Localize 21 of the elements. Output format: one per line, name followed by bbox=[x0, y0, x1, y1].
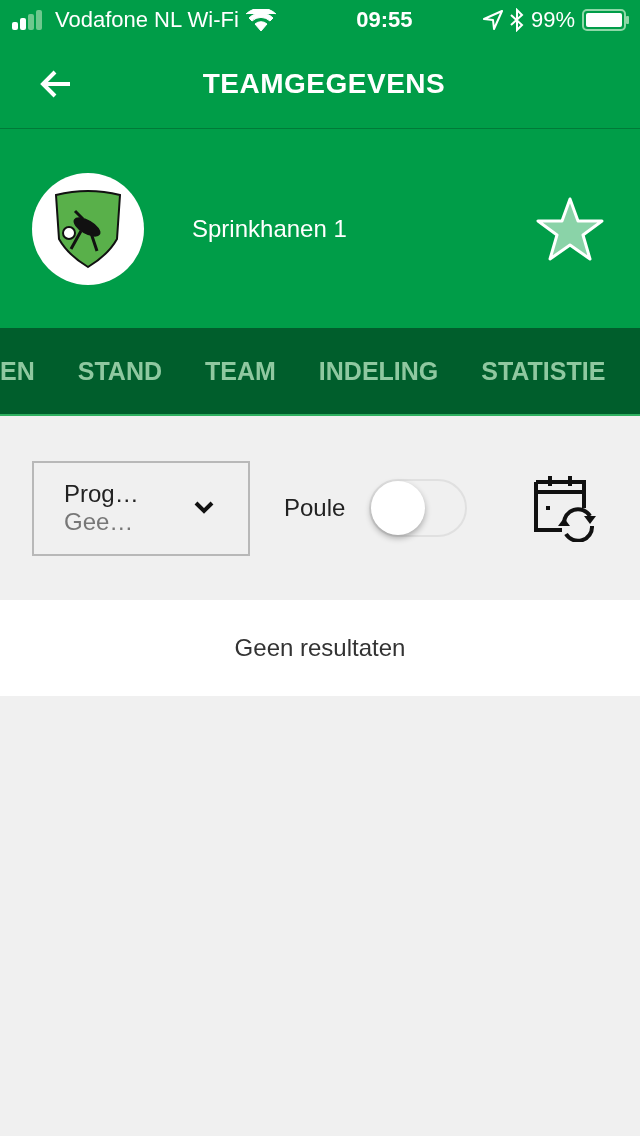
empty-results-message: Geen resultaten bbox=[234, 634, 406, 662]
team-name: Sprinkhanen 1 bbox=[192, 214, 348, 243]
carrier-name: Vodafone NL Wi-Fi bbox=[55, 7, 239, 33]
toggle-label: Poule bbox=[284, 494, 346, 522]
clock-time: 09:55 bbox=[356, 7, 413, 33]
tab[interactable]: INDELING bbox=[318, 356, 439, 386]
tab[interactable]: STATISTIE bbox=[481, 356, 606, 386]
favorite-star-icon[interactable] bbox=[536, 196, 604, 261]
chevron-down-icon bbox=[194, 501, 214, 515]
wifi-icon bbox=[245, 9, 276, 31]
poule-toggle[interactable] bbox=[369, 479, 468, 537]
program-dropdown[interactable]: Prog… Gee… bbox=[32, 460, 250, 556]
battery-percentage: 99% bbox=[530, 7, 575, 33]
battery-icon bbox=[582, 9, 630, 31]
bluetooth-icon bbox=[509, 8, 524, 32]
tab[interactable]: TEAM bbox=[205, 356, 276, 386]
back-arrow-icon bbox=[40, 70, 72, 98]
location-icon bbox=[482, 10, 503, 30]
page-title: TEAMGEGEVENS bbox=[202, 68, 446, 100]
tab[interactable]: EN bbox=[0, 356, 35, 386]
tab[interactable]: STAND bbox=[77, 356, 162, 386]
